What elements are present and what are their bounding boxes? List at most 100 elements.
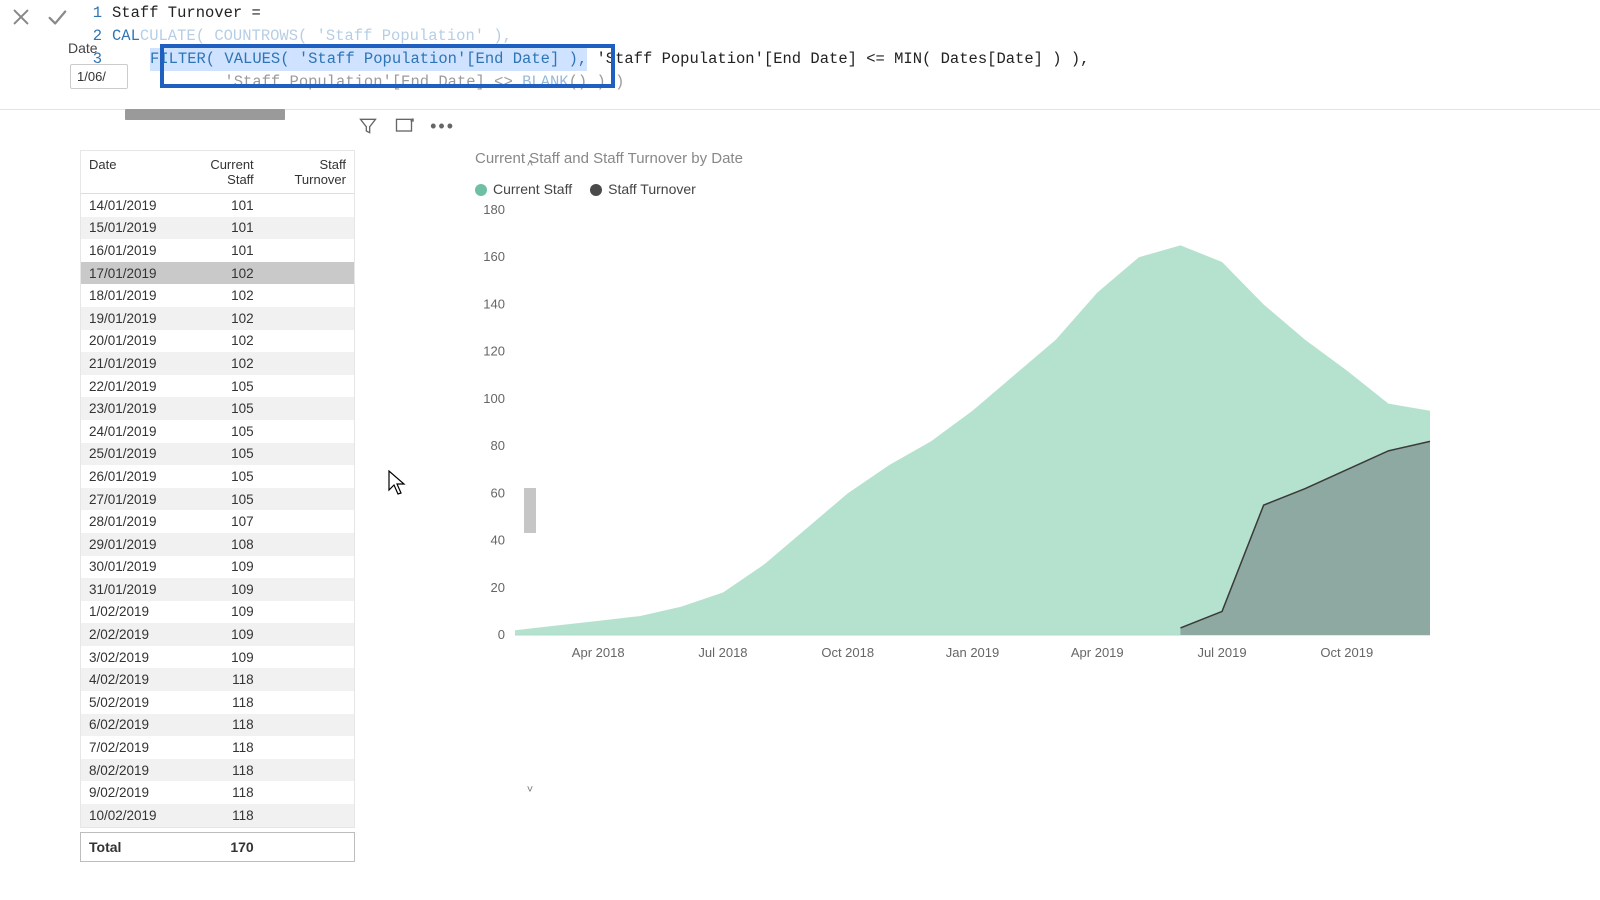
header-current-staff[interactable]: Current Staff: [172, 151, 261, 193]
table-row[interactable]: 30/01/2019109: [81, 556, 354, 579]
cell-date: 4/02/2019: [81, 672, 172, 687]
cell-current-staff: 108: [172, 537, 261, 552]
chart-plot-area[interactable]: 020406080100120140160180Apr 2018Jul 2018…: [475, 205, 1435, 665]
cell-date: 22/01/2019: [81, 379, 172, 394]
cell-current-staff: 118: [172, 717, 261, 732]
table-header: Date Current Staff Staff Turnover: [81, 151, 354, 194]
cell-current-staff: 118: [172, 672, 261, 687]
commit-icon[interactable]: [46, 6, 68, 33]
filter-icon[interactable]: [358, 116, 378, 136]
cell-date: 30/01/2019: [81, 559, 172, 574]
cell-current-staff: 102: [172, 356, 261, 371]
cell-current-staff: 105: [172, 424, 261, 439]
cell-current-staff: 109: [172, 627, 261, 642]
svg-text:120: 120: [483, 344, 505, 359]
cell-date: 6/02/2019: [81, 717, 172, 732]
cell-current-staff: 101: [172, 243, 261, 258]
svg-text:Apr 2019: Apr 2019: [1071, 645, 1124, 660]
cell-current-staff: 101: [172, 198, 261, 213]
table-row[interactable]: 21/01/2019102: [81, 352, 354, 375]
formula-bar: 1Staff Turnover = 2CALCULATE( COUNTROWS(…: [0, 0, 1600, 110]
table-row[interactable]: 15/01/2019101: [81, 217, 354, 240]
table-row[interactable]: 4/02/2019118: [81, 668, 354, 691]
mouse-cursor: [388, 470, 408, 496]
cancel-icon[interactable]: [10, 6, 32, 33]
svg-text:Oct 2019: Oct 2019: [1320, 645, 1373, 660]
svg-text:100: 100: [483, 391, 505, 406]
cell-date: 14/01/2019: [81, 198, 172, 213]
cell-current-staff: 118: [172, 695, 261, 710]
formula-horizontal-scrollbar[interactable]: [125, 109, 285, 120]
svg-text:Apr 2018: Apr 2018: [572, 645, 625, 660]
cell-current-staff: 105: [172, 492, 261, 507]
table-row[interactable]: 1/02/2019109: [81, 601, 354, 624]
svg-text:140: 140: [483, 296, 505, 311]
cell-date: 10/02/2019: [81, 808, 172, 823]
cell-date: 1/02/2019: [81, 604, 172, 619]
table-row[interactable]: 28/01/2019107: [81, 510, 354, 533]
dax-editor[interactable]: 1Staff Turnover = 2CALCULATE( COUNTROWS(…: [90, 0, 1089, 94]
legend-item-staff-turnover[interactable]: Staff Turnover: [590, 181, 696, 197]
table-row[interactable]: 23/01/2019105: [81, 397, 354, 420]
cell-current-staff: 105: [172, 379, 261, 394]
cell-date: 26/01/2019: [81, 469, 172, 484]
scroll-up-arrow[interactable]: ˄: [523, 158, 537, 172]
table-row[interactable]: 24/01/2019105: [81, 420, 354, 443]
cell-date: 24/01/2019: [81, 424, 172, 439]
table-row[interactable]: 14/01/2019101: [81, 194, 354, 217]
table-row[interactable]: 2/02/2019109: [81, 623, 354, 646]
table-visual[interactable]: ••• Date Current Staff Staff Turnover 14…: [80, 150, 445, 862]
header-date[interactable]: Date: [81, 151, 172, 193]
table-row[interactable]: 27/01/2019105: [81, 488, 354, 511]
header-staff-turnover[interactable]: Staff Turnover: [262, 151, 354, 193]
cell-date: 29/01/2019: [81, 537, 172, 552]
cell-date: 7/02/2019: [81, 740, 172, 755]
focus-mode-icon[interactable]: [394, 116, 414, 136]
cell-date: 23/01/2019: [81, 401, 172, 416]
cell-current-staff: 105: [172, 401, 261, 416]
area-chart-visual[interactable]: Current Staff and Staff Turnover by Date…: [475, 150, 1560, 862]
highlighted-filter-expression: FILTER( VALUES( 'Staff Population'[End D…: [150, 48, 587, 71]
cell-date: 15/01/2019: [81, 220, 172, 235]
cell-date: 20/01/2019: [81, 333, 172, 348]
svg-text:20: 20: [491, 580, 505, 595]
cell-current-staff: 105: [172, 446, 261, 461]
cell-date: 2/02/2019: [81, 627, 172, 642]
table-row[interactable]: 26/01/2019105: [81, 465, 354, 488]
table-row[interactable]: 3/02/2019109: [81, 646, 354, 669]
cell-date: 3/02/2019: [81, 650, 172, 665]
table-row[interactable]: 8/02/2019118: [81, 759, 354, 782]
table-row[interactable]: 5/02/2019118: [81, 691, 354, 714]
cell-current-staff: 109: [172, 582, 261, 597]
svg-text:180: 180: [483, 205, 505, 217]
table-row[interactable]: 18/01/2019102: [81, 284, 354, 307]
cell-current-staff: 118: [172, 763, 261, 778]
cell-date: 19/01/2019: [81, 311, 172, 326]
scroll-down-arrow[interactable]: ˅: [523, 784, 537, 798]
svg-text:Oct 2018: Oct 2018: [821, 645, 874, 660]
table-row[interactable]: 31/01/2019109: [81, 578, 354, 601]
cell-current-staff: 102: [172, 311, 261, 326]
cell-date: 31/01/2019: [81, 582, 172, 597]
table-row[interactable]: 10/02/2019118: [81, 804, 354, 827]
table-row[interactable]: 29/01/2019108: [81, 533, 354, 556]
slicer-field-label: Date: [68, 40, 98, 56]
table-row[interactable]: 20/01/2019102: [81, 330, 354, 353]
cell-date: 28/01/2019: [81, 514, 172, 529]
table-row[interactable]: 25/01/2019105: [81, 443, 354, 466]
cell-current-staff: 109: [172, 604, 261, 619]
table-row[interactable]: 6/02/2019118: [81, 714, 354, 737]
table-row[interactable]: 22/01/2019105: [81, 375, 354, 398]
table-row[interactable]: 7/02/2019118: [81, 736, 354, 759]
cell-date: 21/01/2019: [81, 356, 172, 371]
date-slicer-dropdown[interactable]: 1/06/: [70, 64, 128, 89]
svg-text:Jul 2018: Jul 2018: [698, 645, 747, 660]
cell-date: 25/01/2019: [81, 446, 172, 461]
cell-current-staff: 118: [172, 808, 261, 823]
table-row[interactable]: 9/02/2019118: [81, 781, 354, 804]
table-row[interactable]: 16/01/2019101: [81, 239, 354, 262]
svg-text:40: 40: [491, 533, 505, 548]
table-row[interactable]: 17/01/2019102: [81, 262, 354, 285]
table-row[interactable]: 19/01/2019102: [81, 307, 354, 330]
more-options-icon[interactable]: •••: [430, 120, 455, 132]
